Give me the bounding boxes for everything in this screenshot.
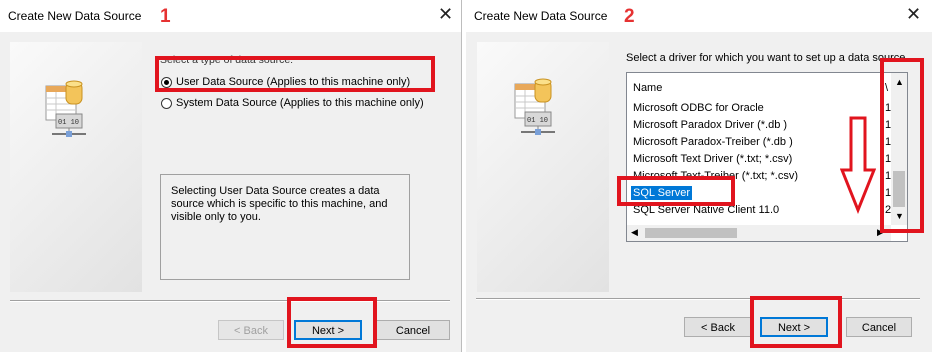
description-text: Selecting User Data Source creates a dat… [171,185,388,223]
description-box: Selecting User Data Source creates a dat… [160,174,410,280]
dialog-title: Create New Data Source [474,9,608,23]
title-bar: Create New Data Source 2 ✕ [466,0,932,32]
data-source-icon: 01 10 [514,78,555,135]
list-item[interactable]: Microsoft Text Driver (*.txt; *.csv) [633,153,792,165]
back-button[interactable]: < Back [684,317,752,337]
step-number-annotation: 1 [160,6,171,27]
vertical-scrollbar[interactable]: ▲ ▼ [891,73,907,225]
down-arrow-annotation-icon [840,116,876,214]
scroll-right-icon[interactable]: ▶ [877,227,884,238]
create-data-source-dialog-step2: Create New Data Source 2 ✕ 01 10 Select … [466,0,932,352]
system-dsn-label[interactable]: System Data Source (Applies to this mach… [176,97,424,109]
dialog-title: Create New Data Source [8,9,142,23]
wizard-side-panel: 01 10 [10,42,142,292]
horizontal-scrollbar[interactable]: ◀ ▶ [627,225,891,241]
cancel-button[interactable]: Cancel [846,317,912,337]
create-data-source-dialog-step1: Create New Data Source 1 ✕ 01 10 Select … [0,0,462,352]
list-item[interactable]: Microsoft Paradox Driver (*.db ) [633,119,787,131]
prompt-label: Select a driver for which you want to se… [626,52,909,64]
system-dsn-radio[interactable] [161,98,172,109]
svg-text:01 10: 01 10 [58,119,79,127]
next-button[interactable]: Next > [294,320,362,340]
divider [476,298,920,300]
prompt-label: Select a type of data source: [160,54,294,66]
column-header-name[interactable]: Name [633,82,662,94]
back-button[interactable]: < Back [218,320,284,340]
title-bar: Create New Data Source 1 ✕ [0,0,461,32]
divider [10,300,450,302]
hscroll-thumb[interactable] [645,228,737,238]
wizard-side-panel: 01 10 [477,42,609,292]
scroll-down-icon[interactable]: ▼ [895,211,904,221]
scroll-left-icon[interactable]: ◀ [631,227,638,238]
cancel-button[interactable]: Cancel [376,320,450,340]
list-item-selected[interactable]: SQL Server [631,186,693,200]
column-header-version[interactable]: \ [885,82,888,94]
list-item[interactable]: SQL Server Native Client 11.0 [633,204,779,216]
data-source-icon: 01 10 [45,80,86,137]
svg-text:01 10: 01 10 [527,117,548,125]
scroll-thumb[interactable] [893,171,905,207]
user-dsn-radio[interactable] [161,77,172,88]
next-button[interactable]: Next > [760,317,828,337]
list-item[interactable]: Microsoft Text-Treiber (*.txt; *.csv) [633,170,798,182]
close-icon[interactable]: ✕ [906,4,921,25]
step-number-annotation: 2 [624,6,635,27]
close-icon[interactable]: ✕ [438,4,453,25]
scroll-up-icon[interactable]: ▲ [895,77,904,87]
list-item[interactable]: Microsoft ODBC for Oracle [633,102,764,114]
list-item[interactable]: Microsoft Paradox-Treiber (*.db ) [633,136,793,148]
user-dsn-label[interactable]: User Data Source (Applies to this machin… [176,76,410,88]
